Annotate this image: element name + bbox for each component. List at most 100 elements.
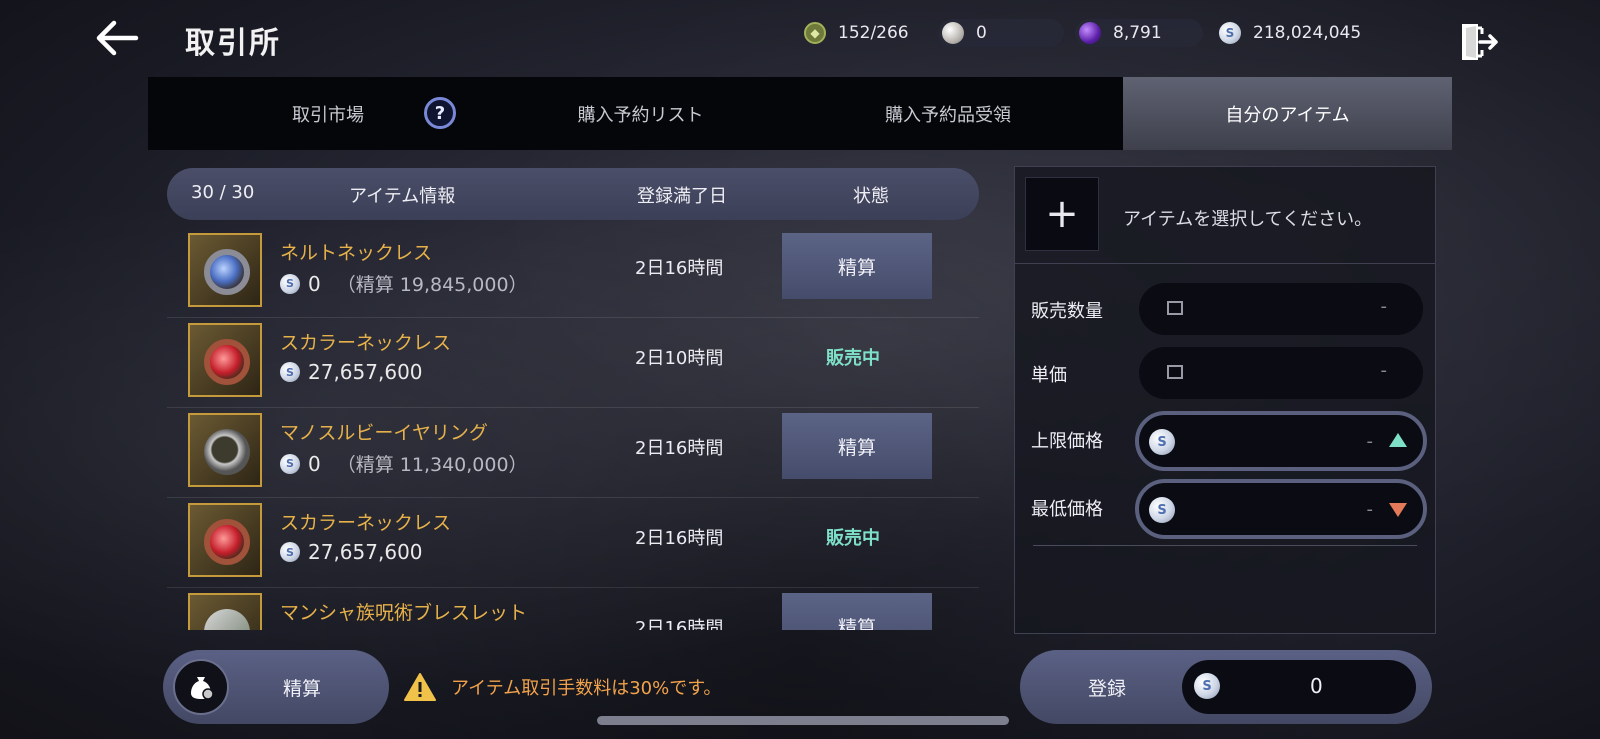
item-thumbnail xyxy=(188,233,262,307)
quantity-field[interactable]: - xyxy=(1139,283,1423,335)
money-bag-icon xyxy=(173,659,229,715)
item-thumbnail xyxy=(188,323,262,397)
list-item[interactable]: スカラーネックレス S 27,657,600 2日16時間 販売中 xyxy=(167,498,979,588)
register-cost-value: 0 xyxy=(1310,674,1323,698)
min-price-field[interactable]: S - xyxy=(1135,479,1427,539)
item-thumbnail xyxy=(188,503,262,577)
column-item-info: アイテム情報 xyxy=(349,186,456,207)
price-value: 27,657,600 xyxy=(308,540,423,564)
tab-trade-market[interactable]: 取引市場 ? xyxy=(148,77,508,150)
expiry-time: 2日16時間 xyxy=(635,618,724,630)
page-title: 取引所 xyxy=(185,26,281,61)
expiry-time: 2日16時間 xyxy=(635,438,724,459)
item-price: S 27,657,600 xyxy=(280,360,423,384)
max-price-value: - xyxy=(1366,431,1374,452)
settle-button[interactable]: 精算 xyxy=(782,413,932,479)
register-cost: S 0 xyxy=(1182,660,1416,714)
currency-energy: ◆ 152/266 xyxy=(800,19,938,47)
silver-coin-icon: S xyxy=(1149,497,1175,523)
item-list[interactable]: ネルトネックレス S 0 （精算 19,845,000） 2日16時間 精算 ス… xyxy=(167,228,979,630)
help-icon[interactable]: ? xyxy=(424,97,456,129)
keypad-icon xyxy=(1167,301,1183,315)
on-sale-status: 販売中 xyxy=(826,348,880,369)
price-value: 0 xyxy=(308,451,321,476)
settle-all-button[interactable]: 精算 xyxy=(163,650,389,724)
quantity-value: - xyxy=(1380,296,1388,317)
fee-notice: アイテム取引手数料は30%です。 xyxy=(451,678,722,699)
expiry-time: 2日16時間 xyxy=(635,528,724,549)
silver-coin-icon: S xyxy=(1194,673,1220,699)
currency-pearl: 0 xyxy=(938,19,1064,47)
currency-silver: S 218,024,045 xyxy=(1215,19,1375,47)
tab-bar: 取引市場 ? 購入予約リスト 購入予約品受領 自分のアイテム xyxy=(148,77,1452,150)
silver-coin-icon: S xyxy=(280,453,300,474)
item-price: S 0 （精算 11,340,000） xyxy=(280,450,528,477)
horizontal-scrollbar[interactable] xyxy=(597,716,1009,725)
energy-icon: ◆ xyxy=(804,22,826,44)
item-price: S 27,657,600 xyxy=(280,540,423,564)
settlement-note: （精算 19,845,000） xyxy=(336,274,528,296)
list-item[interactable]: マノスルビーイヤリング S 0 （精算 11,340,000） 2日16時間 精… xyxy=(167,408,979,498)
add-item-button[interactable]: + xyxy=(1025,177,1099,251)
silver-coin-icon: S xyxy=(280,273,300,294)
silver-coin-icon: S xyxy=(1149,429,1175,455)
tab-my-items[interactable]: 自分のアイテム xyxy=(1123,77,1452,150)
expiry-time: 2日10時間 xyxy=(635,348,724,369)
register-button[interactable]: 登録 S 0 xyxy=(1020,650,1432,724)
item-name: マンシャ族呪術ブレスレット xyxy=(280,602,528,624)
header: 取引所 ◆ 152/266 0 8,791 S 218,024,045 xyxy=(0,0,1600,72)
pearl-value: 0 xyxy=(976,23,987,43)
tab-reservation-list[interactable]: 購入予約リスト xyxy=(508,77,773,150)
currency-gem: 8,791 xyxy=(1075,19,1203,47)
arrow-down-icon[interactable] xyxy=(1389,503,1407,517)
list-item[interactable]: スカラーネックレス S 27,657,600 2日10時間 販売中 xyxy=(167,318,979,408)
settle-button[interactable]: 精算 xyxy=(782,233,932,299)
earring-icon xyxy=(204,429,250,475)
silver-coin-icon: S xyxy=(280,542,300,562)
column-expiry: 登録満了日 xyxy=(637,186,727,207)
settlement-note: （精算 11,340,000） xyxy=(336,454,528,476)
divider xyxy=(1033,545,1417,546)
tab-reservation-receive[interactable]: 購入予約品受領 xyxy=(773,77,1123,150)
quantity-label: 販売数量 xyxy=(1031,301,1103,322)
bracelet-icon xyxy=(204,609,250,630)
settle-button[interactable]: 精算 xyxy=(782,593,932,630)
register-label: 登録 xyxy=(1088,678,1127,700)
necklace-icon xyxy=(204,249,250,295)
silver-coin-icon: S xyxy=(280,362,300,382)
min-price-value: - xyxy=(1366,499,1374,520)
price-value: 27,657,600 xyxy=(308,360,423,384)
listing-count: 30 / 30 xyxy=(191,182,255,203)
item-thumbnail xyxy=(188,413,262,487)
select-item-prompt: アイテムを選択してください。 xyxy=(1123,209,1373,230)
min-price-label: 最低価格 xyxy=(1031,499,1103,520)
arrow-up-icon[interactable] xyxy=(1389,433,1407,447)
exit-door-icon[interactable] xyxy=(1456,20,1500,64)
silver-coin-icon: S xyxy=(1219,22,1241,44)
expiry-time: 2日16時間 xyxy=(635,258,724,279)
keypad-icon xyxy=(1167,365,1183,379)
pearl-icon xyxy=(942,22,964,44)
item-name: スカラーネックレス xyxy=(280,332,452,354)
item-name: スカラーネックレス xyxy=(280,512,452,534)
tab-label: 自分のアイテム xyxy=(1225,104,1350,126)
tab-label: 取引市場 xyxy=(292,104,364,126)
column-status: 状態 xyxy=(853,186,889,207)
item-name: ネルトネックレス xyxy=(280,242,433,264)
listing-panel: + アイテムを選択してください。 販売数量 - 単価 - 上限価格 S - 最低… xyxy=(1014,166,1436,634)
max-price-label: 上限価格 xyxy=(1031,431,1103,452)
unit-price-value: - xyxy=(1380,360,1388,381)
item-name: マノスルビーイヤリング xyxy=(280,422,488,444)
list-item[interactable]: ネルトネックレス S 0 （精算 19,845,000） 2日16時間 精算 xyxy=(167,228,979,318)
gem-icon xyxy=(1079,22,1101,44)
tab-label: 購入予約リスト xyxy=(577,104,704,126)
on-sale-status: 販売中 xyxy=(826,528,880,549)
max-price-field[interactable]: S - xyxy=(1135,411,1427,471)
unit-price-field[interactable]: - xyxy=(1139,347,1423,399)
warning-icon xyxy=(404,673,436,701)
list-item[interactable]: マンシャ族呪術ブレスレット 2日16時間 精算 xyxy=(167,588,979,630)
back-arrow-icon[interactable] xyxy=(92,18,140,58)
energy-value: 152/266 xyxy=(838,23,909,43)
settle-all-label: 精算 xyxy=(283,678,322,700)
list-header: 30 / 30 アイテム情報 登録満了日 状態 xyxy=(167,168,979,220)
